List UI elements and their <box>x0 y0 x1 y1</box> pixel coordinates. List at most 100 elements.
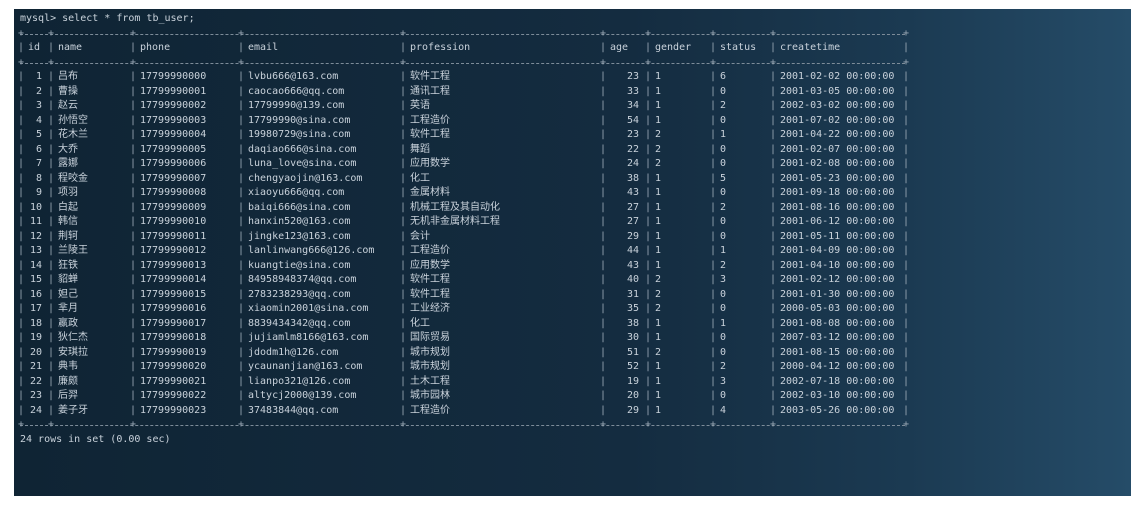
cell-createtime: 2001-02-08 00:00:00 <box>780 158 895 169</box>
table-row: | | | | | | | | | | 13 兰陵王 17799990012 lanlinwang666@… <box>18 244 1131 259</box>
table-border-bottom: + + + + + + + + + + <box>18 419 910 430</box>
cell-status: 0 <box>720 230 727 242</box>
cell-name: 典韦 <box>58 361 78 372</box>
cell-name: 赵云 <box>58 100 78 111</box>
cell-email: lvbu666@163.com <box>248 71 339 82</box>
table-row: | | | | | | | | | | 23 后羿 17799990022 altycj2000@139.… <box>18 389 1131 404</box>
cell-email: 2783238293@qq.com <box>248 288 351 300</box>
cell-status: 1 <box>720 317 727 329</box>
cell-createtime: 2000-04-12 00:00:00 <box>780 361 895 372</box>
cell-id: 19 <box>29 332 42 343</box>
cell-gender: 1 <box>655 172 662 184</box>
cell-id: 8 <box>35 172 42 184</box>
cell-id: 24 <box>29 404 42 416</box>
cell-id: 1 <box>35 71 42 82</box>
table-row: | | | | | | | | | | 21 典韦 17799990020 ycaunanjian@163… <box>18 360 1131 375</box>
cell-phone: 17799990004 <box>140 129 207 140</box>
cell-id: 7 <box>35 158 42 169</box>
cell-gender: 1 <box>655 187 662 198</box>
cell-profession: 工程造价 <box>410 114 450 126</box>
cell-phone: 17799990013 <box>140 259 207 271</box>
cell-age: age <box>610 42 629 53</box>
cell-status: 0 <box>720 332 727 343</box>
cell-gender: 1 <box>655 71 662 82</box>
cell-phone: 17799990012 <box>140 245 207 256</box>
cell-gender: 1 <box>655 230 662 242</box>
cell-age: 29 <box>626 404 639 416</box>
table-border-top: + + + + + + + + + + <box>18 27 910 39</box>
cell-createtime: 2001-05-11 00:00:00 <box>780 230 895 242</box>
cell-name: 后羿 <box>58 390 78 401</box>
cell-email: daqiao666@sina.com <box>248 143 357 155</box>
cell-name: 孙悟空 <box>58 114 88 126</box>
cell-profession: 应用数学 <box>410 158 450 169</box>
cell-profession: 应用数学 <box>410 259 450 271</box>
cell-status: 0 <box>720 187 727 198</box>
cell-gender: 1 <box>655 404 662 416</box>
cell-id: 20 <box>29 346 42 358</box>
cell-id: 13 <box>29 245 42 256</box>
cell-phone: 17799990005 <box>140 143 207 155</box>
cell-createtime: 2001-02-02 00:00:00 <box>780 71 895 82</box>
cell-email: hanxin520@163.com <box>248 216 351 227</box>
cell-phone: 17799990023 <box>140 404 207 416</box>
table-row: | | | | | | | | | | 17 芈月 17799990016 xiaomin2001@sin… <box>18 302 1131 317</box>
cell-phone: 17799990001 <box>140 85 207 97</box>
cell-profession: 软件工程 <box>410 129 450 140</box>
cell-age: 30 <box>626 332 639 343</box>
table-row: | | | | | | | | | | 7 露娜 17799990006 luna_love@sina.c… <box>18 157 1131 172</box>
table-row: | | | | | | | | | | 20 安琪拉 17799990019 jdodm1h@126.co… <box>18 346 1131 361</box>
cell-profession: 会计 <box>410 230 430 242</box>
cell-phone: 17799990017 <box>140 317 207 329</box>
cell-id: 11 <box>29 216 42 227</box>
table-row: | | | | | | | | | | 19 狄仁杰 17799990018 jujiamlm8166@1… <box>18 331 1131 346</box>
cell-gender: 1 <box>655 100 662 111</box>
cell-phone: 17799990018 <box>140 332 207 343</box>
cell-gender: 2 <box>655 274 662 285</box>
cell-createtime: 2001-02-07 00:00:00 <box>780 143 895 155</box>
cell-name: 程咬金 <box>58 172 88 184</box>
cell-id: 23 <box>29 390 42 401</box>
cell-profession: 土木工程 <box>410 375 450 387</box>
cell-createtime: 2002-03-10 00:00:00 <box>780 390 895 401</box>
cell-age: 38 <box>626 172 639 184</box>
cell-email: 8839434342@qq.com <box>248 317 351 329</box>
cell-id: 21 <box>29 361 42 372</box>
cell-status: 3 <box>720 375 727 387</box>
cell-status: 2 <box>720 201 727 213</box>
cell-profession: 金属材料 <box>410 187 450 198</box>
cell-createtime: 2001-04-10 00:00:00 <box>780 259 895 271</box>
cell-status: 5 <box>720 172 727 184</box>
table-row: | | | | | | | | | | 11 韩信 17799990010 hanxin520@163.c… <box>18 215 1131 230</box>
cell-email: jdodm1h@126.com <box>248 346 339 358</box>
cell-profession: 软件工程 <box>410 71 450 82</box>
cell-createtime: 2007-03-12 00:00:00 <box>780 332 895 343</box>
cell-status: 6 <box>720 71 727 82</box>
cell-phone: phone <box>140 42 171 53</box>
cell-gender: 1 <box>655 114 662 126</box>
cell-name: 芈月 <box>58 303 78 314</box>
cell-id: 15 <box>29 274 42 285</box>
mysql-terminal[interactable]: mysql> select * from tb_user; + + + + + + + + + +… <box>14 9 1131 496</box>
cell-createtime: 2001-01-30 00:00:00 <box>780 288 895 300</box>
cell-age: 35 <box>626 303 639 314</box>
cell-status: 3 <box>720 274 727 285</box>
cell-createtime: 2001-08-08 00:00:00 <box>780 317 895 329</box>
cell-createtime: 2001-03-05 00:00:00 <box>780 85 895 97</box>
cell-gender: 2 <box>655 143 662 155</box>
cell-age: 43 <box>626 187 639 198</box>
cell-email: kuangtie@sina.com <box>248 259 351 271</box>
table-row: | | | | | | | | | | 14 狂铁 17799990013 kuangtie@sina.c… <box>18 259 1131 274</box>
cell-profession: profession <box>410 42 471 53</box>
cell-status: 0 <box>720 346 727 358</box>
cell-gender: 1 <box>655 317 662 329</box>
cell-email: 17799990@sina.com <box>248 114 351 126</box>
cell-status: 2 <box>720 259 727 271</box>
cell-createtime: 2001-06-12 00:00:00 <box>780 216 895 227</box>
table-row: | | | | | | | | | | 12 荆轲 17799990011 jingke123@163.c… <box>18 230 1131 245</box>
cell-phone: 17799990011 <box>140 230 207 242</box>
cell-status: 0 <box>720 158 727 169</box>
table-row: | | | | | | | | | | 15 貂蝉 17799990014 84958948374@qq.… <box>18 273 1131 288</box>
cell-profession: 城市规划 <box>410 361 450 372</box>
table-row: | | | | | | | | | | 8 程咬金 17799990007 chengyaojin@163… <box>18 172 1131 187</box>
